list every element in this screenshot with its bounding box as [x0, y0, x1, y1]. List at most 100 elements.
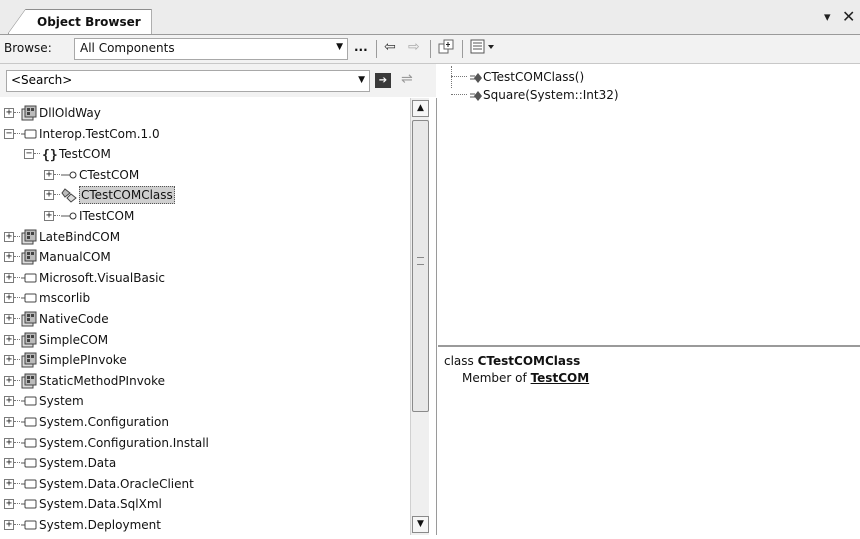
method-icon [470, 89, 482, 107]
search-combobox[interactable]: ▼ [6, 70, 370, 92]
tree-connector [54, 173, 60, 175]
tree-item[interactable]: + LateBindCOM [0, 227, 408, 247]
tree-connector [14, 112, 20, 113]
member-item[interactable]: CTestCOMClass() [438, 68, 838, 86]
expand-icon[interactable]: + [4, 252, 14, 263]
tree-item[interactable]: + Microsoft.VisualBasic [0, 268, 408, 288]
tree-item[interactable]: + NativeCode [0, 309, 408, 329]
browse-scope-combobox[interactable]: All Components ▼ [74, 38, 348, 60]
tree-connector [451, 76, 467, 77]
expand-icon[interactable]: + [4, 396, 14, 407]
tree-item[interactable]: + System.Configuration [0, 412, 408, 432]
description-member-of: Member of TestCOM [462, 371, 589, 385]
tree-connector [14, 297, 20, 299]
com-component-icon [21, 496, 37, 512]
tree-connector [14, 462, 20, 464]
tree-connector [14, 256, 20, 258]
assembly-icon [21, 352, 37, 368]
tree-item-label: System.Data [39, 456, 117, 471]
tree-item[interactable]: + System.Data.OracleClient [0, 474, 408, 494]
tree-connector [14, 379, 20, 381]
com-component-icon [21, 435, 37, 451]
clear-search-icon[interactable]: ⇌ [401, 71, 413, 87]
expand-icon[interactable]: + [4, 108, 14, 118]
objects-pane: + DllOldWay − Interop.TestCom.1.0−{} TestCOM… [0, 98, 437, 535]
document-tab-strip: Object Browser ▾ ✕ [0, 0, 860, 35]
expand-icon[interactable]: + [44, 190, 54, 201]
tree-item[interactable]: + ManualCOM [0, 247, 408, 267]
chevron-down-icon[interactable]: ▼ [358, 75, 365, 85]
tree-item[interactable]: + mscorlib [0, 288, 408, 308]
expand-icon[interactable]: + [4, 272, 14, 283]
assembly-icon [21, 249, 37, 265]
toolbar-separator [430, 40, 431, 58]
expand-icon[interactable]: + [44, 211, 54, 221]
tree-item[interactable]: − Interop.TestCom.1.0 [0, 124, 408, 144]
tree-item[interactable]: + System.Configuration.Install [0, 433, 408, 453]
forward-arrow-icon[interactable]: ⇨ [408, 39, 420, 55]
scroll-up-icon[interactable]: ▲ [412, 100, 429, 117]
expand-icon[interactable]: + [4, 499, 14, 510]
tree-connector [54, 194, 60, 196]
expand-icon[interactable]: + [4, 417, 14, 427]
assembly-icon [21, 311, 37, 327]
tree-connector [54, 215, 60, 216]
expand-icon[interactable]: + [4, 520, 14, 530]
tree-connector [451, 94, 467, 95]
collapse-icon[interactable]: − [24, 149, 34, 160]
expand-icon[interactable]: + [44, 169, 54, 180]
tree-connector [14, 132, 20, 134]
namespace-link[interactable]: TestCOM [531, 371, 590, 385]
tree-item[interactable]: + CTestCOM [0, 165, 408, 185]
chevron-down-icon[interactable]: ▼ [336, 42, 343, 52]
expand-icon[interactable]: + [4, 437, 14, 448]
settings-icon[interactable] [470, 39, 496, 59]
search-go-icon[interactable]: ➔ [375, 73, 391, 88]
class-icon [61, 187, 77, 204]
tree-item[interactable]: + CTestCOMClass [0, 185, 408, 205]
type-name: CTestCOMClass [477, 354, 581, 368]
scrollbar-thumb[interactable] [412, 120, 429, 412]
tree-item[interactable]: + System.Data.SqlXml [0, 494, 408, 514]
tree-connector [14, 235, 20, 237]
tree-item-label: System.Data.OracleClient [39, 476, 194, 491]
expand-icon[interactable]: + [4, 478, 14, 489]
expand-icon[interactable]: + [4, 458, 14, 469]
svg-text:{}: {} [42, 148, 57, 162]
tree-item[interactable]: + DllOldWay [0, 103, 408, 123]
tree-connector [14, 421, 20, 422]
expand-icon[interactable]: + [4, 355, 14, 366]
tree-item[interactable]: + ITestCOM [0, 206, 408, 226]
tree-item[interactable]: + SimpleCOM [0, 330, 408, 350]
tree-item[interactable]: + SimplePInvoke [0, 350, 408, 370]
scroll-down-icon[interactable]: ▼ [412, 516, 429, 533]
expand-icon[interactable]: + [4, 293, 14, 304]
back-arrow-icon[interactable]: ⇦ [384, 39, 396, 55]
tab-object-browser[interactable]: Object Browser [8, 9, 152, 34]
add-reference-icon[interactable] [438, 39, 456, 59]
tree-item[interactable]: + System.Data [0, 453, 408, 473]
type-keyword: class [444, 354, 474, 368]
tree-item[interactable]: + System.Deployment [0, 515, 408, 535]
window-position-dropdown-icon[interactable]: ▾ [824, 10, 831, 25]
member-label: Square(System::Int32) [483, 88, 619, 102]
tree-item-label: System.Configuration.Install [39, 435, 209, 450]
edit-custom-component-set-button[interactable]: ... [354, 40, 368, 54]
tree-item[interactable]: + StaticMethodPInvoke [0, 371, 408, 391]
expand-icon[interactable]: + [4, 334, 14, 345]
tree-item-label: ManualCOM [39, 250, 111, 265]
expand-icon[interactable]: + [4, 314, 14, 324]
collapse-icon[interactable]: − [4, 128, 14, 139]
tree-item-label: StaticMethodPInvoke [39, 373, 166, 388]
search-input[interactable] [7, 71, 341, 89]
tree-item[interactable]: + System [0, 391, 408, 411]
member-item[interactable]: Square(System::Int32) [438, 86, 838, 104]
close-icon[interactable]: ✕ [842, 7, 855, 26]
tree-vertical-scrollbar[interactable]: ▲ ▼ [410, 98, 429, 535]
tree-connector [14, 338, 20, 340]
tree-item[interactable]: −{} TestCOM [0, 144, 408, 164]
expand-icon[interactable]: + [4, 231, 14, 242]
com-component-icon [21, 414, 37, 430]
tree-connector [34, 153, 40, 155]
expand-icon[interactable]: + [4, 375, 14, 386]
